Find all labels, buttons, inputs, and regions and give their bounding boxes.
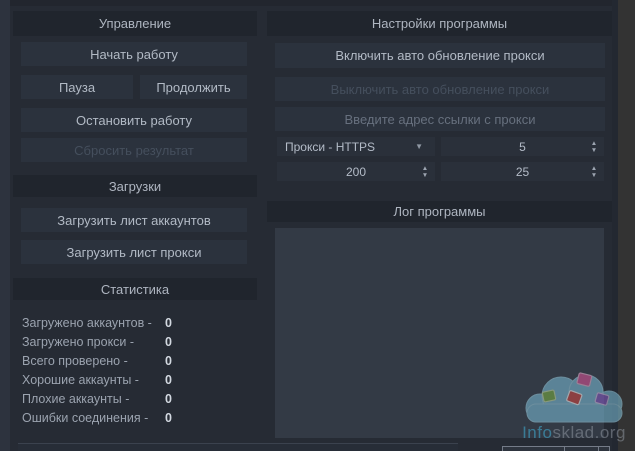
load-proxies-button[interactable]: Загрузить лист прокси	[21, 240, 247, 264]
spinbox-bottom-left[interactable]: 200 ▲ ▼	[277, 162, 435, 181]
watermark-brand-accent: Info	[522, 423, 552, 442]
spinbox-bottom-left-arrows[interactable]: ▲ ▼	[417, 163, 433, 180]
spinbox-bottom-right-value: 25	[516, 165, 529, 179]
bottom-partial-control[interactable]	[502, 446, 610, 451]
statistics-list: Загружено аккаунтов - 0 Загружено прокси…	[22, 314, 250, 428]
spinbox-bottom-right[interactable]: 25 ▲ ▼	[441, 162, 604, 181]
load-accounts-button[interactable]: Загрузить лист аккаунтов	[21, 208, 247, 232]
stat-row-loaded-proxies: Загружено прокси - 0	[22, 333, 250, 352]
stat-label: Загружено прокси -	[22, 335, 134, 349]
pause-button[interactable]: Пауза	[21, 75, 133, 99]
stat-value: 0	[165, 392, 172, 406]
stat-label: Ошибки соединения -	[22, 411, 148, 425]
window-top-edge	[0, 0, 618, 6]
stat-row-bad-accounts: Плохие аккаунты - 0	[22, 390, 250, 409]
spin-down-icon[interactable]: ▼	[591, 147, 597, 154]
section-header-statistics: Статистика	[13, 278, 257, 300]
cloud-icon	[516, 366, 632, 424]
section-header-settings: Настройки программы	[267, 11, 612, 36]
stat-value: 0	[165, 354, 172, 368]
disable-auto-proxy-update-button[interactable]: Выключить авто обновление прокси	[275, 77, 605, 101]
stat-row-good-accounts: Хорошие аккаунты - 0	[22, 371, 250, 390]
reset-result-button[interactable]: Сбросить результат	[21, 138, 247, 162]
stat-row-loaded-accounts: Загружено аккаунтов - 0	[22, 314, 250, 333]
bottom-progress-bar	[18, 443, 458, 451]
spinbox-top-arrows[interactable]: ▲ ▼	[586, 138, 602, 155]
spin-up-icon[interactable]: ▲	[591, 165, 597, 172]
stat-label: Всего проверено -	[22, 354, 128, 368]
stat-value: 0	[165, 335, 172, 349]
proxy-type-selected-value: Прокси - HTTPS	[277, 140, 375, 154]
start-work-button[interactable]: Начать работу	[21, 42, 247, 66]
stat-value: 0	[165, 373, 172, 387]
stat-label: Плохие аккаунты -	[22, 392, 129, 406]
proxy-url-input[interactable]	[275, 107, 605, 131]
enable-auto-proxy-update-button[interactable]: Включить авто обновление прокси	[275, 43, 605, 68]
stat-label: Хорошие аккаунты -	[22, 373, 139, 387]
desktop-background: Управление Начать работу Пауза Продолжит…	[0, 0, 635, 451]
stat-label: Загружено аккаунтов -	[22, 316, 152, 330]
window-left-edge	[0, 0, 10, 451]
section-header-log: Лог программы	[267, 201, 612, 222]
stop-work-button[interactable]: Остановить работу	[21, 108, 247, 132]
spinbox-bottom-right-arrows[interactable]: ▲ ▼	[586, 163, 602, 180]
spin-up-icon[interactable]: ▲	[591, 140, 597, 147]
proxy-type-dropdown[interactable]: Прокси - HTTPS ▼	[277, 137, 435, 156]
bottom-partial-segment[interactable]	[565, 447, 599, 451]
bottom-partial-segment[interactable]	[599, 447, 609, 451]
watermark-brand-rest: sklad.org	[552, 423, 625, 442]
spin-up-icon[interactable]: ▲	[422, 165, 428, 172]
spin-down-icon[interactable]: ▼	[591, 172, 597, 179]
spinbox-bottom-left-value: 200	[346, 165, 366, 179]
bottom-partial-segment[interactable]	[503, 447, 565, 451]
section-header-management: Управление	[13, 11, 257, 36]
section-header-downloads: Загрузки	[13, 175, 257, 197]
stat-row-connection-errors: Ошибки соединения - 0	[22, 409, 250, 428]
chevron-down-icon: ▼	[415, 142, 423, 151]
resume-button[interactable]: Продолжить	[140, 75, 247, 99]
infosklad-watermark: Infosklad.org	[516, 366, 632, 446]
stat-row-total-checked: Всего проверено - 0	[22, 352, 250, 371]
stat-value: 0	[165, 316, 172, 330]
spinbox-top-value: 5	[519, 140, 526, 154]
watermark-brand-text: Infosklad.org	[518, 423, 630, 443]
spin-down-icon[interactable]: ▼	[422, 172, 428, 179]
stat-value: 0	[165, 411, 172, 425]
spinbox-top[interactable]: 5 ▲ ▼	[441, 137, 604, 156]
